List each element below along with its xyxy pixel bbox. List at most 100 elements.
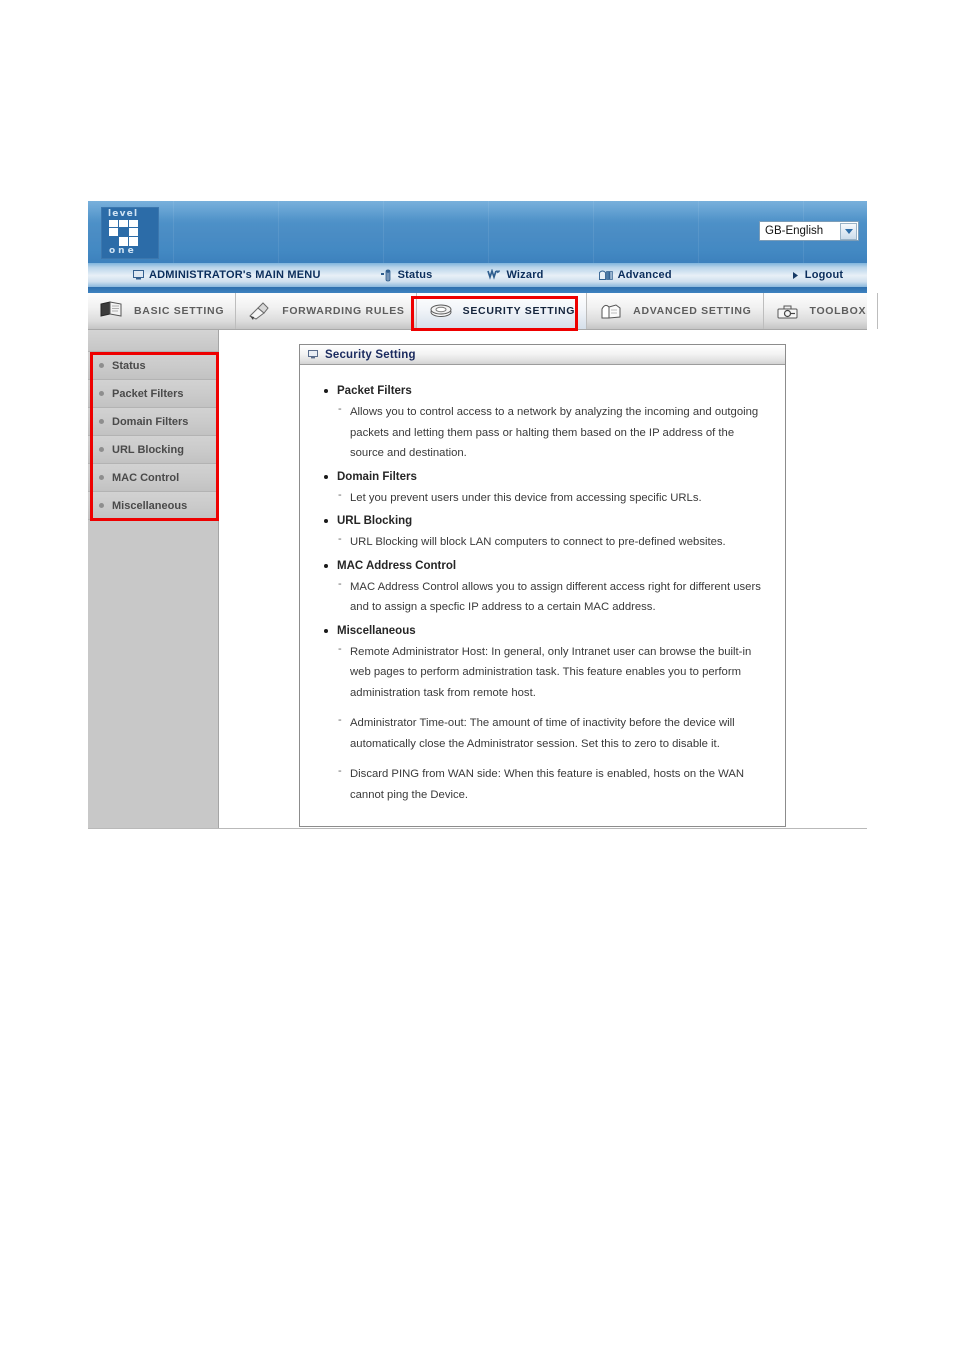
levelone-logo: level one: [101, 207, 159, 259]
dash-icon: -: [338, 577, 342, 590]
language-select[interactable]: GB-English: [759, 221, 859, 241]
panel-body: Packet Filters - Allows you to control a…: [300, 365, 785, 826]
tab-label: TOOLBOX: [809, 305, 867, 317]
sidebar-item-miscellaneous[interactable]: Miscellaneous: [88, 492, 218, 520]
status-icon: [380, 269, 391, 281]
section-heading: Domain Filters: [337, 470, 417, 483]
section-heading: Packet Filters: [337, 385, 412, 397]
main-menu-item-logout[interactable]: Logout: [792, 263, 843, 287]
dash-icon: -: [338, 403, 342, 415]
section-detail: - Discard PING from WAN side: When this …: [338, 764, 769, 805]
dash-icon: -: [338, 714, 342, 726]
pencil-icon: [249, 302, 269, 320]
section-detail-text: URL Blocking will block LAN computers to…: [350, 536, 726, 548]
tab-advanced-setting[interactable]: ADVANCED SETTING: [587, 293, 764, 329]
section-detail: - Let you prevent users under this devic…: [338, 488, 769, 509]
sidebar-item-status[interactable]: Status: [88, 352, 218, 380]
shield-icon: [430, 304, 452, 317]
body-area: Status Packet Filters Domain Filters URL…: [88, 330, 867, 828]
tab-label: FORWARDING RULES: [282, 305, 405, 317]
sidebar-spacer: [88, 330, 218, 352]
sidebar-item-label: URL Blocking: [112, 443, 184, 456]
box-icon: [601, 304, 621, 319]
main-menu-item-administrators-main-menu[interactable]: ADMINISTRATOR's MAIN MENU: [133, 263, 321, 287]
sidebar-item-packet-filters[interactable]: Packet Filters: [88, 380, 218, 408]
main-menu-label: Wizard: [506, 269, 544, 281]
logo-glyph-icon: [109, 220, 138, 246]
section-heading: URL Blocking: [337, 515, 413, 527]
book-icon: [100, 301, 122, 317]
main-menu-label: ADMINISTRATOR's MAIN MENU: [149, 269, 321, 281]
logo-one-text: one: [109, 246, 137, 256]
arrow-right-icon: [792, 271, 798, 279]
tab-toolbox[interactable]: TOOLBOX: [764, 293, 879, 329]
main-menu-label: Advanced: [617, 269, 672, 281]
section-heading-row: Miscellaneous: [324, 623, 769, 640]
toolbox-icon: [777, 305, 798, 319]
panel-header: Security Setting: [300, 345, 785, 365]
section-heading-row: Domain Filters: [324, 469, 769, 486]
bullet-icon: [324, 474, 328, 479]
bullet-icon: [99, 419, 104, 424]
tab-label: SECURITY SETTING: [462, 305, 576, 317]
sidebar-item-label: MAC Control: [112, 471, 180, 484]
tab-label: ADVANCED SETTING: [633, 305, 752, 317]
bullet-icon: [324, 389, 328, 393]
bullet-icon: [99, 363, 104, 368]
section-heading-row: Packet Filters: [324, 383, 769, 400]
chevron-down-icon[interactable]: [840, 222, 857, 240]
sidebar-item-mac-control[interactable]: MAC Control: [88, 464, 218, 492]
header-banner: level one GB-English: [88, 201, 867, 263]
sidebar-item-domain-filters[interactable]: Domain Filters: [88, 408, 218, 436]
section-miscellaneous: Miscellaneous - Remote Administrator Hos…: [324, 623, 769, 806]
section-detail: - Allows you to control access to a netw…: [338, 402, 769, 464]
tab-basic-setting[interactable]: BASIC SETTING: [88, 293, 237, 329]
section-url-blocking: URL Blocking - URL Blocking will block L…: [324, 513, 769, 553]
panel-title: Security Setting: [325, 348, 416, 361]
advanced-icon: [598, 270, 613, 280]
security-setting-panel: Security Setting Packet Filters - Allows: [299, 344, 786, 827]
section-detail-text: Let you prevent users under this device …: [350, 491, 702, 504]
section-detail-text: Discard PING from WAN side: When this fe…: [350, 768, 745, 801]
section-detail: - URL Blocking will block LAN computers …: [338, 532, 769, 553]
banner-glow: [88, 201, 867, 223]
tab-forwarding-rules[interactable]: FORWARDING RULES: [236, 293, 417, 329]
bullet-icon: [324, 519, 328, 523]
dash-icon: -: [338, 765, 342, 777]
router-admin-window: level one GB-English ADMINISTRATOR's MAI…: [88, 201, 879, 829]
section-heading: Miscellaneous: [337, 624, 416, 637]
language-select-value: GB-English: [765, 225, 824, 237]
sidebar: Status Packet Filters Domain Filters URL…: [88, 330, 219, 828]
wizard-icon: [487, 269, 501, 280]
monitor-icon: [133, 270, 144, 280]
sidebar-item-url-blocking[interactable]: URL Blocking: [88, 436, 218, 464]
section-detail: - MAC Address Control allows you to assi…: [338, 577, 769, 618]
content-area: Security Setting Packet Filters - Allows: [219, 330, 867, 828]
section-mac-address-control: MAC Address Control - MAC Address Contro…: [324, 558, 769, 618]
main-menu-label: Logout: [804, 269, 844, 281]
tab-label: BASIC SETTING: [134, 305, 225, 317]
sidebar-item-label: Status: [112, 359, 146, 372]
logo-level-text: level: [108, 209, 139, 219]
monitor-icon: [308, 350, 318, 359]
section-detail-text: Remote Administrator Host: In general, o…: [350, 645, 752, 699]
main-menu-label: Status: [397, 269, 433, 281]
dash-icon: -: [338, 533, 342, 545]
bullet-icon: [99, 391, 104, 396]
section-packet-filters: Packet Filters - Allows you to control a…: [324, 383, 769, 464]
main-menu-item-status[interactable]: Status: [380, 263, 433, 287]
sidebar-item-label: Packet Filters: [112, 387, 184, 400]
sidebar-item-label: Miscellaneous: [112, 499, 188, 512]
section-heading-row: URL Blocking: [324, 513, 769, 530]
tab-security-setting[interactable]: SECURITY SETTING: [416, 293, 588, 329]
sidebar-item-label: Domain Filters: [112, 415, 189, 428]
section-detail: - Administrator Time-out: The amount of …: [338, 713, 769, 754]
section-detail-text: MAC Address Control allows you to assign…: [350, 580, 761, 614]
section-domain-filters: Domain Filters - Let you prevent users u…: [324, 469, 769, 509]
bullet-icon: [324, 628, 328, 633]
section-heading-row: MAC Address Control: [324, 558, 769, 575]
main-menu-item-advanced[interactable]: Advanced: [598, 263, 672, 287]
section-heading: MAC Address Control: [337, 559, 457, 572]
main-menu-bar: ADMINISTRATOR's MAIN MENU Status Wizard: [88, 263, 867, 287]
main-menu-item-wizard[interactable]: Wizard: [487, 263, 543, 287]
